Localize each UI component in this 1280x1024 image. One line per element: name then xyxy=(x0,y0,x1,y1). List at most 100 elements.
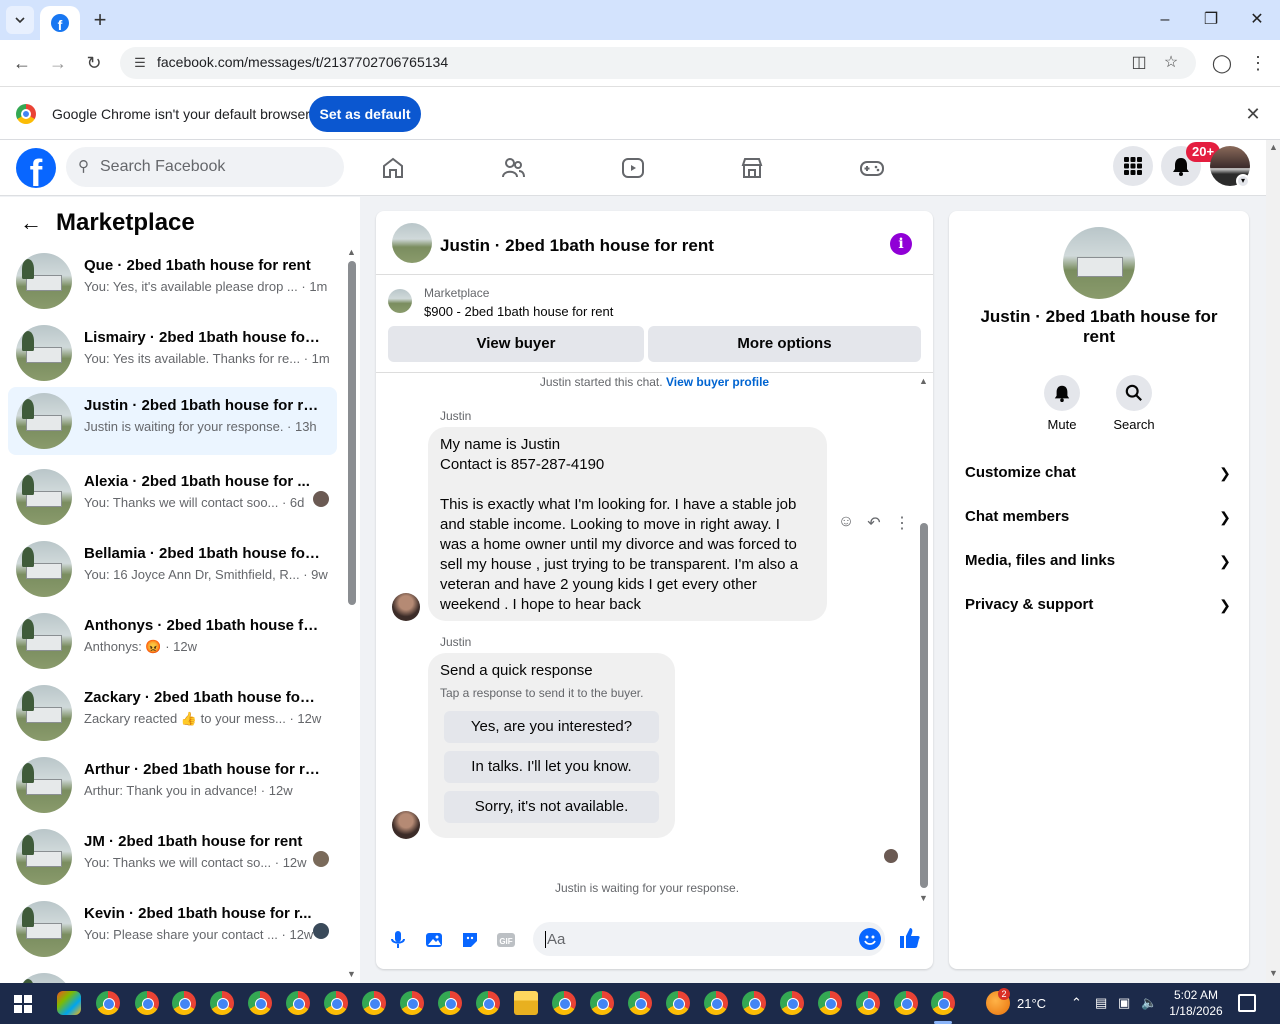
more-options-button[interactable]: More options xyxy=(648,326,921,362)
chrome-taskbar-icon[interactable] xyxy=(96,991,120,1015)
view-buyer-button[interactable]: View buyer xyxy=(388,326,644,362)
quick-response-sorry-button[interactable]: Sorry, it's not available. xyxy=(444,791,659,823)
friends-nav[interactable] xyxy=(496,152,530,184)
device-icon[interactable]: ▤ xyxy=(1095,995,1107,1011)
info-icon[interactable]: i xyxy=(890,233,912,255)
scroll-up-arrow[interactable]: ▲ xyxy=(1269,142,1278,152)
notification-center-icon[interactable] xyxy=(1238,994,1256,1012)
list-item[interactable] xyxy=(8,967,337,983)
list-item[interactable]: Anthonys · 2bed 1bath house fo... Anthon… xyxy=(8,607,337,675)
view-buyer-profile-link[interactable]: View buyer profile xyxy=(666,375,769,389)
restore-button[interactable]: ❐ xyxy=(1194,6,1228,34)
thumbs-up-icon[interactable] xyxy=(898,926,922,956)
tab-facebook[interactable]: f xyxy=(40,6,80,40)
react-icon[interactable]: ☺ xyxy=(836,513,856,531)
list-item[interactable]: Arthur · 2bed 1bath house for rent Arthu… xyxy=(8,751,337,819)
back-arrow-icon[interactable]: ← xyxy=(20,211,44,235)
video-nav[interactable] xyxy=(616,152,650,184)
chrome-taskbar-icon[interactable] xyxy=(286,991,310,1015)
back-button[interactable]: ← xyxy=(8,49,36,77)
menu-kebab-icon[interactable]: ⋮ xyxy=(1244,49,1272,77)
chrome-taskbar-icon[interactable] xyxy=(362,991,386,1015)
message-bubble[interactable]: My name is Justin Contact is 857-287-419… xyxy=(428,427,827,621)
chrome-taskbar-icon[interactable] xyxy=(666,991,690,1015)
scroll-down-arrow[interactable]: ▼ xyxy=(1269,968,1278,978)
search-facebook-input[interactable]: ⚲ Search Facebook xyxy=(66,147,344,187)
clock[interactable]: 5:02 AM 1/18/2026 xyxy=(1168,987,1224,1019)
chrome-taskbar-icon[interactable] xyxy=(590,991,614,1015)
gif-icon[interactable]: GIF xyxy=(494,928,518,952)
marketplace-nav[interactable] xyxy=(735,152,769,184)
chrome-taskbar-icon[interactable] xyxy=(135,991,159,1015)
list-item[interactable]: Bellamia · 2bed 1bath house for ... You:… xyxy=(8,535,337,603)
chat-scrollbar[interactable] xyxy=(920,523,928,888)
scroll-down-arrow[interactable]: ▼ xyxy=(919,893,928,903)
chrome-taskbar-icon[interactable] xyxy=(476,991,500,1015)
chrome-taskbar-icon[interactable] xyxy=(704,991,728,1015)
chrome-taskbar-icon[interactable] xyxy=(818,991,842,1015)
set-default-button[interactable]: Set as default xyxy=(309,96,421,132)
customize-chat-row[interactable]: Customize chat ❯ xyxy=(949,451,1249,495)
microphone-icon[interactable] xyxy=(386,928,410,952)
chrome-taskbar-icon[interactable] xyxy=(856,991,880,1015)
message-input[interactable]: Aa xyxy=(533,922,885,956)
facebook-logo-icon[interactable]: f xyxy=(16,148,56,188)
list-item[interactable]: Lismairy · 2bed 1bath house for ... You:… xyxy=(8,319,337,387)
media-files-links-row[interactable]: Media, files and links ❯ xyxy=(949,539,1249,583)
temperature[interactable]: 21°C xyxy=(1017,996,1046,1011)
chrome-taskbar-icon[interactable] xyxy=(780,991,804,1015)
install-app-icon[interactable]: ◫ xyxy=(1128,53,1150,73)
bookmark-star-icon[interactable]: ☆ xyxy=(1160,53,1182,73)
quick-response-talks-button[interactable]: In talks. I'll let you know. xyxy=(444,751,659,783)
sticker-icon[interactable] xyxy=(458,928,482,952)
mute-button[interactable] xyxy=(1044,375,1080,411)
file-explorer-icon[interactable] xyxy=(514,991,538,1015)
conversation-title[interactable]: Justin · 2bed 1bath house for rent xyxy=(440,236,714,256)
emoji-icon[interactable] xyxy=(859,928,881,950)
list-item[interactable]: Zackary · 2bed 1bath house for r... Zack… xyxy=(8,679,337,747)
list-item-active[interactable]: Justin · 2bed 1bath house for rent Justi… xyxy=(8,387,337,455)
gaming-nav[interactable] xyxy=(855,152,889,184)
minimize-button[interactable]: – xyxy=(1148,6,1182,34)
list-item[interactable]: JM · 2bed 1bath house for rent You: Than… xyxy=(8,823,337,891)
photo-icon[interactable] xyxy=(422,928,446,952)
chrome-taskbar-icon[interactable] xyxy=(894,991,918,1015)
copilot-icon[interactable] xyxy=(57,991,81,1015)
scroll-up-arrow[interactable]: ▲ xyxy=(919,376,928,386)
chevron-up-icon[interactable]: ⌃ xyxy=(1071,995,1082,1011)
address-bar[interactable]: ☰ facebook.com/messages/t/21377027067651… xyxy=(120,47,1196,79)
chrome-taskbar-icon[interactable] xyxy=(438,991,462,1015)
chrome-taskbar-icon[interactable] xyxy=(742,991,766,1015)
chat-members-row[interactable]: Chat members ❯ xyxy=(949,495,1249,539)
account-chevron-icon[interactable]: ▾ xyxy=(1236,174,1250,188)
chrome-taskbar-icon[interactable] xyxy=(400,991,424,1015)
tab-search-button[interactable] xyxy=(6,6,34,34)
volume-icon[interactable]: 🔈 xyxy=(1141,995,1157,1011)
quick-response-yes-button[interactable]: Yes, are you interested? xyxy=(444,711,659,743)
sender-avatar[interactable] xyxy=(392,593,420,621)
reload-button[interactable]: ↻ xyxy=(80,49,108,77)
chrome-taskbar-icon[interactable] xyxy=(248,991,272,1015)
scroll-up-arrow[interactable]: ▲ xyxy=(347,247,356,257)
site-info-icon[interactable]: ☰ xyxy=(130,53,150,73)
more-kebab-icon[interactable]: ⋮ xyxy=(892,513,912,533)
close-infobar-icon[interactable]: ✕ xyxy=(1242,103,1264,125)
list-item[interactable]: Kevin · 2bed 1bath house for r... You: P… xyxy=(8,895,337,963)
conversation-thumbnail[interactable] xyxy=(392,223,432,263)
chrome-taskbar-icon-active[interactable] xyxy=(931,991,955,1015)
list-item[interactable]: Alexia · 2bed 1bath house for ... You: T… xyxy=(8,463,337,531)
reply-icon[interactable]: ↶ xyxy=(864,513,884,533)
privacy-support-row[interactable]: Privacy & support ❯ xyxy=(949,583,1249,627)
page-scrollbar[interactable]: ▲ ▼ xyxy=(1266,140,1280,983)
forward-button[interactable]: → xyxy=(44,49,72,77)
chrome-taskbar-icon[interactable] xyxy=(552,991,576,1015)
profile-icon[interactable]: ◯ xyxy=(1208,49,1236,77)
chrome-taskbar-icon[interactable] xyxy=(172,991,196,1015)
search-conversation-button[interactable] xyxy=(1116,375,1152,411)
listing-thumbnail[interactable] xyxy=(1063,227,1135,299)
list-item[interactable]: Que · 2bed 1bath house for rent You: Yes… xyxy=(8,247,337,315)
home-nav[interactable] xyxy=(376,152,410,184)
menu-grid-button[interactable] xyxy=(1113,146,1153,186)
scroll-down-arrow[interactable]: ▼ xyxy=(347,969,356,979)
new-tab-button[interactable]: + xyxy=(88,8,112,32)
